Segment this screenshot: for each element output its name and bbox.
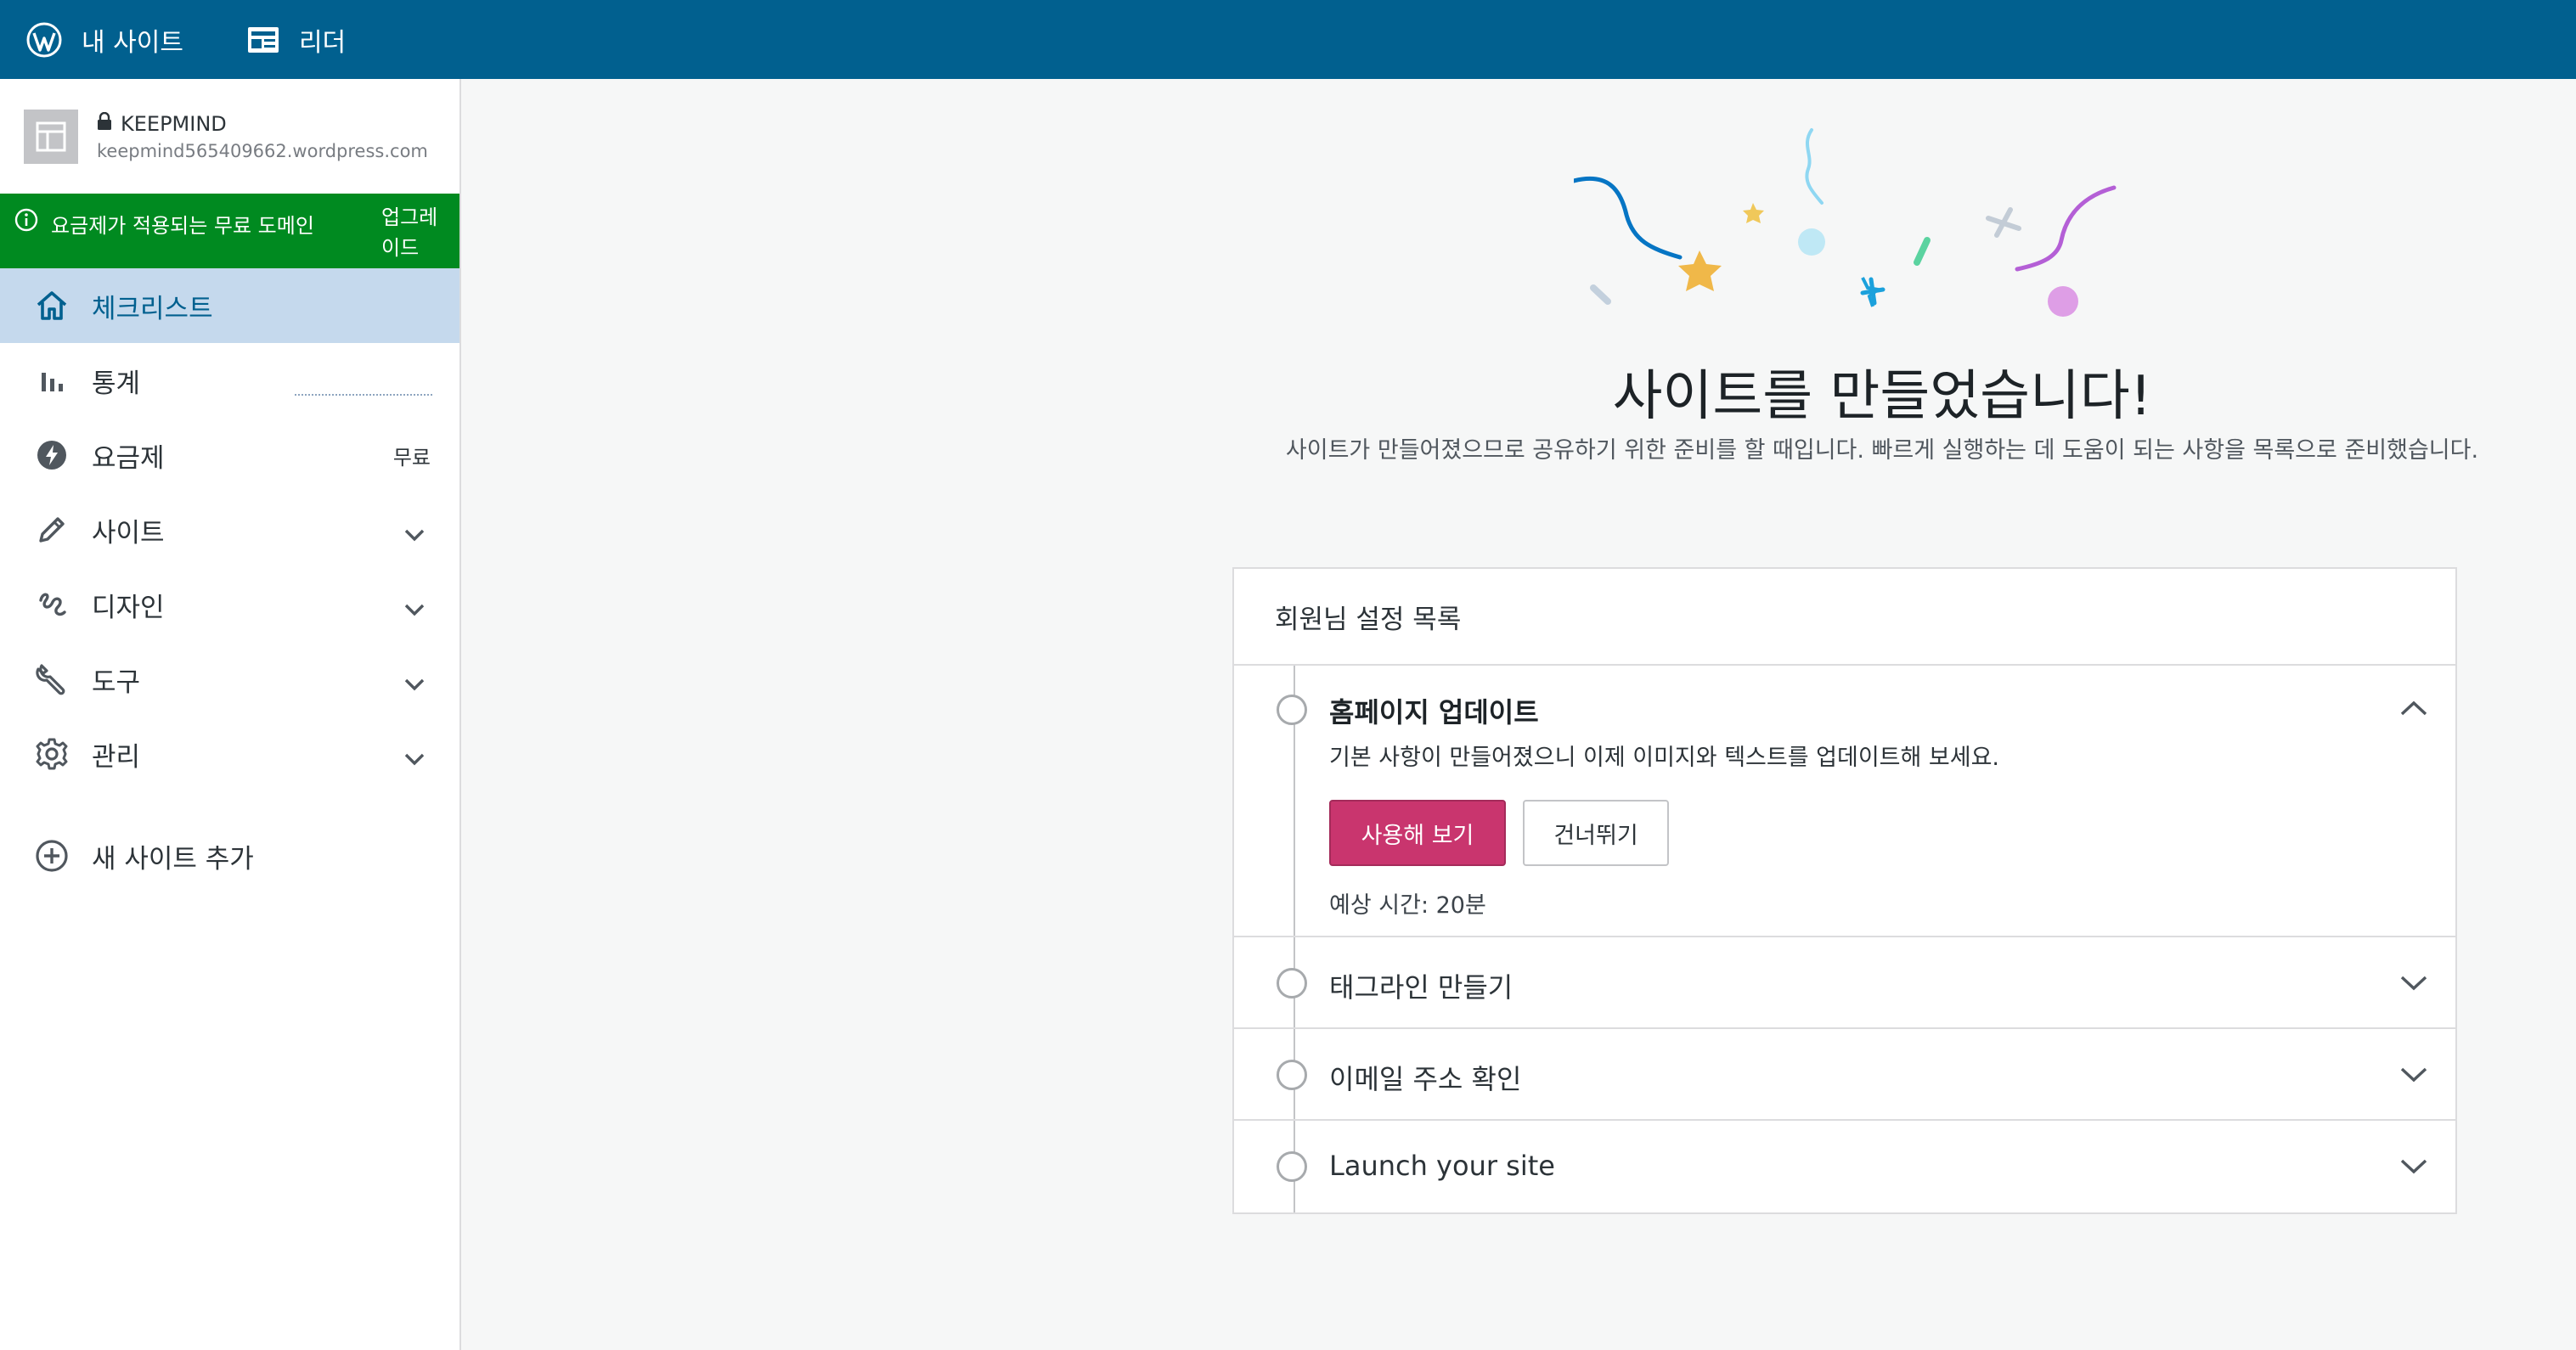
chevron-down-icon[interactable] [2399,1066,2428,1087]
sidebar-item-tools[interactable]: 도구 [0,642,459,717]
sidebar-item-label: 사이트 [92,517,165,548]
site-thumbnail [24,109,78,164]
stats-sparkline [295,392,432,396]
sidebar-item-design[interactable]: 디자인 [0,567,459,642]
my-sites-button[interactable]: 내 사이트 [0,0,209,79]
chevron-up-icon[interactable] [2399,700,2428,720]
task-status-circle [1277,695,1307,725]
chevron-down-icon [403,593,426,623]
main-content: 사이트를 만들었습니다! 사이트가 만들어졌으므로 공유하기 위한 준비를 할 … [461,79,2576,1350]
plan-badge: 무료 [392,445,431,470]
lock-icon [97,111,121,136]
sidebar-item-stats[interactable]: 통계 [0,343,459,418]
chevron-down-icon [403,667,426,698]
info-icon [14,207,39,236]
domain-banner-message: 요금제가 적용되는 무료 도메인 [51,214,314,238]
wordpress-logo-icon [25,21,63,59]
sidebar-item-label: 디자인 [92,592,165,623]
sidebar-item-label: 요금제 [92,442,165,474]
pencil-icon [34,512,70,548]
design-icon [34,587,70,622]
add-circle-icon [34,838,70,874]
sidebar-item-label: 관리 [92,741,141,773]
reader-label: 리더 [298,27,347,58]
sidebar-item-label: 새 사이트 추가 [92,843,254,875]
masterbar: 내 사이트 리더 [0,0,2576,79]
site-name: KEEPMIND [121,111,227,136]
sidebar-item-settings[interactable]: 관리 [0,717,459,791]
checklist-header: 회원님 설정 목록 [1234,569,2455,666]
task-eta: 예상 시간: 20분 [1329,892,1486,919]
task-confirm-email[interactable]: 이메일 주소 확인 [1234,1029,2455,1121]
my-sites-label: 내 사이트 [82,27,183,58]
site-url: keepmind565409662.wordpress.com [97,140,428,161]
upgrade-link[interactable]: 업그레이드 [381,202,444,263]
task-description: 기본 사항이 만들어졌으니 이제 이미지와 텍스트를 업데이트해 보세요. [1329,745,2000,771]
task-status-circle [1277,1151,1307,1182]
chevron-down-icon [403,742,426,773]
home-icon [34,288,70,323]
task-update-homepage[interactable]: 홈페이지 업데이트 기본 사항이 만들어졌으니 이제 이미지와 텍스트를 업데이… [1234,666,2455,937]
site-placeholder-icon [36,121,66,151]
sidebar-item-label: 통계 [92,368,141,399]
skip-button[interactable]: 건너뛰기 [1523,800,1669,866]
task-create-tagline[interactable]: 태그라인 만들기 [1234,937,2455,1029]
task-status-circle [1277,1060,1307,1090]
task-title[interactable]: 홈페이지 업데이트 [1329,691,1539,730]
sidebar-item-label: 도구 [92,667,141,698]
reader-button[interactable]: 리더 [221,0,371,79]
sidebar-item-label: 체크리스트 [92,293,213,324]
setup-checklist: 회원님 설정 목록 홈페이지 업데이트 기본 사항이 만들어졌으니 이제 이미지… [1232,567,2457,1214]
settings-icon [34,736,70,772]
task-title[interactable]: 태그라인 만들기 [1329,966,1513,1005]
sidebar-item-plan[interactable]: 요금제 무료 [0,418,459,492]
stats-icon [34,363,70,398]
chevron-down-icon[interactable] [2399,1158,2428,1178]
try-it-button[interactable]: 사용해 보기 [1329,800,1506,866]
task-title[interactable]: Launch your site [1329,1150,1555,1182]
chevron-down-icon[interactable] [2399,975,2428,995]
task-status-circle [1277,968,1307,998]
page-title: 사이트를 만들었습니다! [1612,365,2152,428]
site-card[interactable]: KEEPMIND keepmind565409662.wordpress.com [0,79,459,194]
plan-icon [34,437,70,473]
sidebar: KEEPMIND keepmind565409662.wordpress.com… [0,79,461,1350]
chevron-down-icon [403,518,426,548]
page-subtitle: 사이트가 만들어졌으므로 공유하기 위한 준비를 할 때입니다. 빠르게 실행하… [1285,437,2479,464]
confetti-illustration [1574,128,2117,317]
sidebar-item-checklist[interactable]: 체크리스트 [0,268,459,343]
sidebar-item-add-site[interactable]: 새 사이트 추가 [0,818,459,893]
wrench-icon [34,661,70,697]
task-launch-site[interactable]: Launch your site [1234,1121,2455,1212]
reader-icon [246,25,280,55]
sidebar-item-site[interactable]: 사이트 [0,492,459,567]
task-title[interactable]: 이메일 주소 확인 [1329,1058,1521,1097]
free-domain-banner[interactable]: 요금제가 적용되는 무료 도메인 업그레이드 [0,194,459,268]
